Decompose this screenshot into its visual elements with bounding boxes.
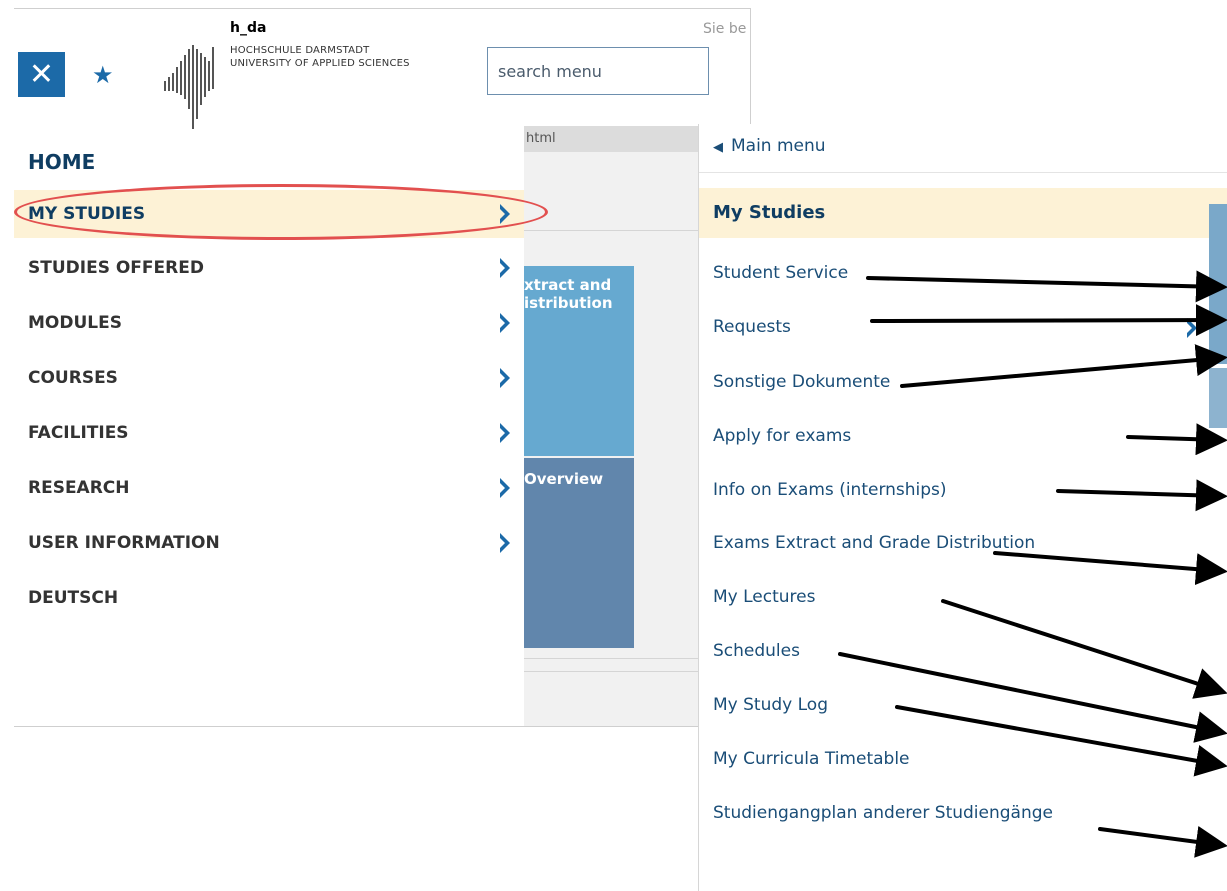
chevron-right-icon (500, 204, 510, 224)
submenu-item-info-on-exams[interactable]: Info on Exams (internships) (713, 480, 947, 500)
menu-item-label: DEUTSCH (28, 588, 119, 608)
background-page: html xtract and istribution Overview (524, 126, 704, 726)
menu-item-label: FACILITIES (28, 423, 129, 443)
exams-extract-tile[interactable]: xtract and istribution (524, 266, 634, 456)
submenu-item-studiengangplan[interactable]: Studiengangplan anderer Studiengänge (713, 803, 1053, 823)
chevron-right-icon (500, 368, 510, 388)
menu-item-modules[interactable]: MODULES (14, 299, 524, 347)
menu-item-user-information[interactable]: USER INFORMATION (14, 519, 524, 567)
divider (524, 671, 704, 672)
close-icon: ✕ (28, 57, 55, 92)
divider (699, 172, 1227, 173)
menu-item-label: STUDIES OFFERED (28, 258, 204, 278)
submenu-item-sonstige-dokumente[interactable]: Sonstige Dokumente (713, 372, 890, 392)
menu-item-home[interactable]: HOME (28, 150, 95, 174)
submenu-title-text: My Studies (713, 202, 826, 223)
star-icon[interactable]: ★ (92, 55, 114, 95)
logo-icon (164, 45, 214, 129)
menu-item-label: MY STUDIES (28, 204, 146, 224)
submenu-item-my-lectures[interactable]: My Lectures (713, 587, 815, 607)
menu-item-studies-offered[interactable]: STUDIES OFFERED (14, 244, 524, 292)
menu-item-label: COURSES (28, 368, 118, 388)
submenu-item-schedules[interactable]: Schedules (713, 641, 800, 661)
chevron-right-icon (500, 258, 510, 278)
submenu-item-my-study-log[interactable]: My Study Log (713, 695, 828, 715)
menu-item-label: USER INFORMATION (28, 533, 220, 553)
overview-tile[interactable]: Overview (524, 458, 634, 648)
back-to-main-menu-link[interactable]: ◀ Main menu (713, 134, 826, 160)
menu-item-label: RESEARCH (28, 478, 130, 498)
background-edge (1209, 204, 1227, 364)
submenu-item-requests[interactable]: Requests (713, 317, 791, 337)
logo-line-1: HOCHSCHULE DARMSTADT (230, 45, 370, 56)
menu-item-facilities[interactable]: FACILITIES (14, 409, 524, 457)
background-edge (1209, 368, 1227, 428)
menu-item-deutsch[interactable]: DEUTSCH (14, 574, 524, 622)
submenu-item-apply-for-exams[interactable]: Apply for exams (713, 426, 851, 446)
back-label: Main menu (731, 136, 826, 156)
chevron-right-icon (500, 423, 510, 443)
search-input[interactable] (487, 47, 709, 95)
submenu-item-student-service[interactable]: Student Service (713, 263, 848, 283)
tile-label: xtract and istribution (524, 276, 613, 312)
chevron-left-icon: ◀ (713, 140, 723, 155)
chevron-right-icon (1187, 318, 1197, 338)
menu-item-research[interactable]: RESEARCH (14, 464, 524, 512)
submenu-title: My Studies (699, 188, 1227, 238)
menu-item-label: MODULES (28, 313, 122, 333)
tile-label: Overview (524, 470, 604, 488)
submenu-item-exams-extract[interactable]: Exams Extract and Grade Distribution (713, 533, 1035, 553)
chevron-right-icon (500, 478, 510, 498)
submenu-item-my-curricula-timetable[interactable]: My Curricula Timetable (713, 749, 910, 769)
chevron-right-icon (500, 533, 510, 553)
submenu-panel: ◀ Main menu My Studies Student Service Re… (698, 124, 1227, 891)
divider (524, 658, 704, 659)
chevron-right-icon (500, 313, 510, 333)
divider (524, 230, 704, 231)
menu-item-my-studies[interactable]: MY STUDIES (14, 190, 524, 238)
partial-header-text: Sie be (703, 21, 747, 37)
logo-line-2: UNIVERSITY OF APPLIED SCIENCES (230, 58, 410, 69)
logo-name: h_da (230, 20, 267, 36)
menu-item-courses[interactable]: COURSES (14, 354, 524, 402)
close-menu-button[interactable]: ✕ (18, 52, 65, 97)
background-page-header: html (524, 126, 704, 152)
